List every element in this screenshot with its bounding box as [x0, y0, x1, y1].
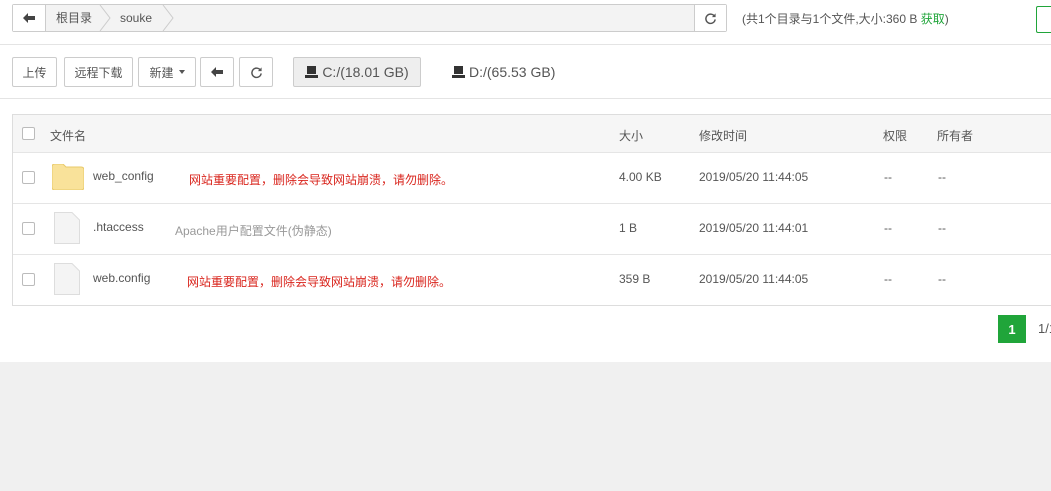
pagination-current-page[interactable]: 1 — [998, 315, 1026, 343]
hard-drive-icon — [452, 66, 465, 78]
table-row[interactable]: web.config 网站重要配置，删除会导致网站崩溃，请勿删除。 359 B … — [13, 255, 1051, 306]
row-checkbox[interactable] — [22, 222, 35, 235]
caret-down-icon — [178, 70, 185, 74]
hard-drive-icon — [305, 66, 319, 78]
file-modified: 2019/05/20 11:44:05 — [699, 170, 809, 184]
upload-button[interactable]: 上传 — [12, 57, 57, 87]
breadcrumb-separator-icon — [162, 5, 174, 31]
refresh-icon — [250, 66, 262, 78]
file-owner: -- — [938, 221, 946, 235]
breadcrumb-folder[interactable]: souke — [120, 5, 152, 31]
header-permission: 权限 — [883, 129, 908, 143]
file-owner: -- — [938, 272, 946, 286]
row-checkbox[interactable] — [22, 273, 35, 286]
disk-d-label: D:/(65.53 GB) — [469, 64, 556, 80]
pagination-total: 1/1 — [1038, 321, 1051, 336]
back-button[interactable] — [200, 57, 234, 87]
file-name[interactable]: web.config — [93, 271, 150, 285]
arrow-left-icon — [211, 67, 223, 77]
directory-summary: (共1个目录与1个文件,大小:360 B 获取) — [742, 10, 949, 27]
breadcrumb-root[interactable]: 根目录 — [56, 5, 92, 31]
path-back-button[interactable] — [13, 5, 46, 31]
refresh-button[interactable] — [239, 57, 273, 87]
file-size: 359 B — [619, 272, 651, 286]
summary-text: (共1个目录与1个文件,大小:360 B — [742, 12, 921, 26]
disk-c-label: C:/(18.01 GB) — [322, 64, 409, 80]
header-owner: 所有者 — [937, 129, 974, 143]
file-modified: 2019/05/20 11:44:05 — [699, 272, 809, 286]
header-size[interactable]: 大小 — [619, 127, 643, 144]
file-manager-panel: 根目录 souke (共1个目录与1个文件,大小:360 B 获取) 上传 远程… — [0, 0, 1051, 362]
disk-c-button[interactable]: C:/(18.01 GB) — [293, 57, 421, 87]
file-note-info: Apache用户配置文件(伪静态) — [175, 224, 332, 238]
new-dropdown-button[interactable]: 新建 — [138, 57, 196, 87]
divider — [0, 44, 1051, 45]
file-note-warning: 网站重要配置，删除会导致网站崩溃，请勿删除。 — [189, 173, 454, 187]
file-name[interactable]: .htaccess — [93, 220, 144, 234]
table-header: 文件名 大小 修改时间 权限 所有者 — [13, 115, 1051, 153]
row-checkbox[interactable] — [22, 171, 35, 184]
table-row[interactable]: web_config 网站重要配置，删除会导致网站崩溃，请勿删除。 4.00 K… — [13, 153, 1051, 204]
new-label: 新建 — [149, 65, 174, 80]
breadcrumb-separator-icon — [99, 5, 111, 31]
file-name[interactable]: web_config — [93, 169, 154, 183]
header-filename[interactable]: 文件名 — [50, 127, 86, 144]
file-size: 4.00 KB — [619, 170, 662, 184]
file-modified: 2019/05/20 11:44:01 — [699, 221, 809, 235]
file-icon — [54, 212, 80, 244]
header-modified[interactable]: 修改时间 — [699, 127, 747, 144]
arrow-left-icon — [23, 13, 35, 23]
disk-d-button[interactable]: D:/(65.53 GB) — [452, 57, 555, 87]
partial-button[interactable] — [1036, 6, 1051, 33]
refresh-icon — [705, 12, 716, 24]
remote-download-button[interactable]: 远程下载 — [64, 57, 133, 87]
file-icon — [54, 263, 80, 295]
file-permission: -- — [884, 221, 892, 235]
fetch-size-link[interactable]: 获取 — [921, 12, 945, 26]
path-refresh-button[interactable] — [694, 5, 726, 31]
file-size: 1 B — [619, 221, 638, 235]
file-owner: -- — [938, 170, 946, 184]
file-permission: -- — [884, 272, 892, 286]
divider — [0, 98, 1051, 99]
file-permission: -- — [884, 170, 892, 184]
file-table: 文件名 大小 修改时间 权限 所有者 web_config 网站重要配置，删除会… — [12, 114, 1051, 306]
summary-suffix: ) — [944, 12, 949, 26]
file-note-warning: 网站重要配置，删除会导致网站崩溃，请勿删除。 — [187, 275, 452, 289]
path-bar: 根目录 souke — [12, 4, 727, 32]
folder-icon — [52, 164, 84, 190]
table-row[interactable]: .htaccess Apache用户配置文件(伪静态) 1 B 2019/05/… — [13, 204, 1051, 255]
select-all-checkbox[interactable] — [22, 127, 35, 140]
